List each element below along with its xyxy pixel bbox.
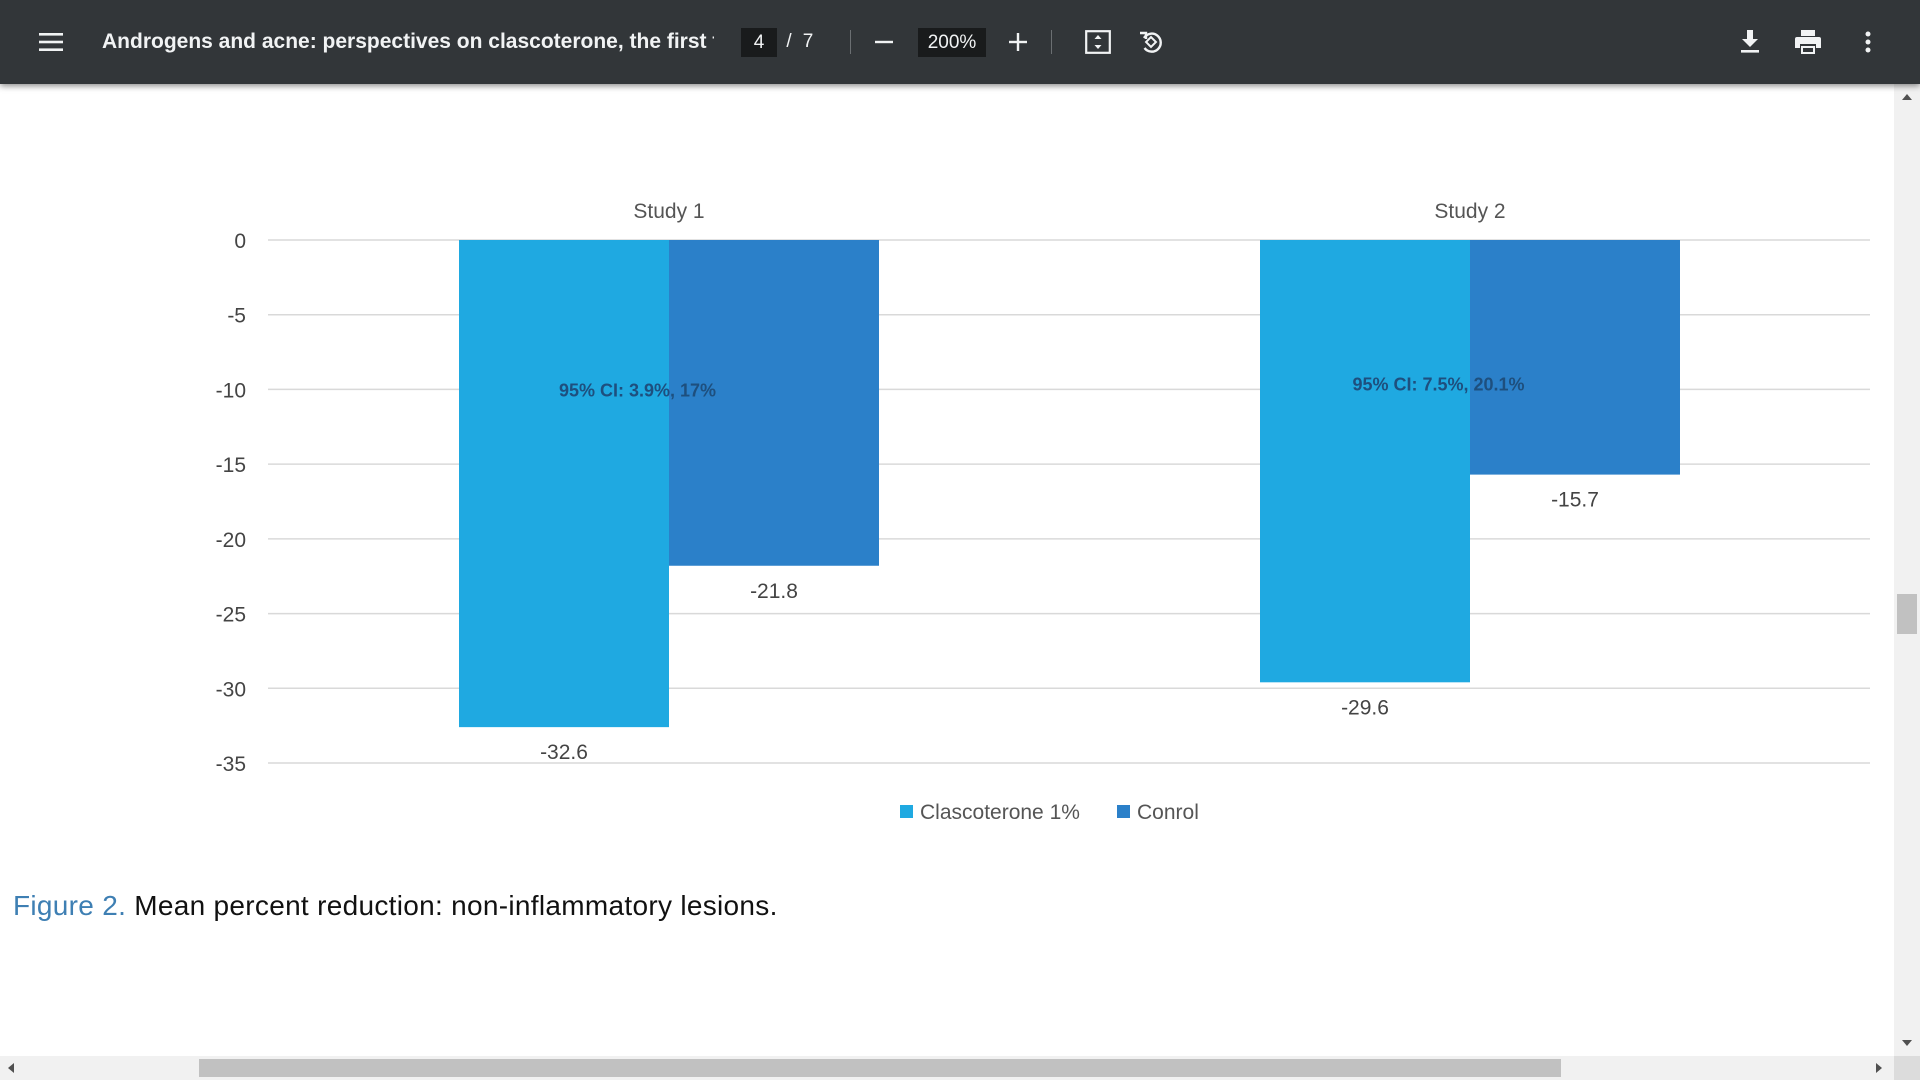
y-tick-label: -10 — [216, 379, 246, 402]
bar-clascoterone — [459, 240, 669, 728]
rotate-button[interactable] — [1129, 0, 1173, 84]
toolbar-divider — [1051, 30, 1052, 54]
vertical-scrollbar[interactable] — [1894, 84, 1920, 1056]
plus-icon — [1009, 33, 1027, 51]
y-tick-label: -15 — [216, 454, 246, 477]
y-axis-ticks: 0 -5 -10 -15 -20 -25 -30 -35 — [216, 230, 246, 776]
vertical-scroll-thumb[interactable] — [1897, 594, 1917, 634]
hamburger-menu-icon — [39, 33, 63, 51]
scroll-right-arrow-icon[interactable] — [1876, 1063, 1882, 1073]
figure-caption: Figure 2. Mean percent reduction: non-inf… — [13, 890, 778, 922]
category-label: Study 1 — [633, 200, 704, 223]
bar-chart: 0 -5 -10 -15 -20 -25 -30 -35 Study 1 Study 2 -32… — [216, 200, 1870, 824]
more-vertical-icon — [1865, 31, 1871, 53]
scroll-left-arrow-icon[interactable] — [8, 1063, 14, 1073]
minus-icon — [875, 40, 893, 44]
zoom-in-button[interactable] — [996, 0, 1040, 84]
bar-clascoterone — [1260, 240, 1470, 683]
data-label: -29.6 — [1341, 696, 1389, 719]
legend-swatch — [900, 805, 913, 818]
legend-label: Clascoterone 1% — [920, 801, 1080, 824]
download-icon — [1741, 30, 1759, 53]
page-total: 7 — [802, 31, 814, 52]
figure-caption-label: Figure 2. — [13, 890, 127, 921]
data-label: -21.8 — [750, 580, 798, 603]
category-labels: Study 1 Study 2 — [633, 200, 1505, 223]
fit-to-page-button[interactable] — [1076, 0, 1120, 84]
data-label: -15.7 — [1551, 489, 1599, 512]
more-options-button[interactable] — [1846, 0, 1890, 84]
y-tick-label: -20 — [216, 529, 246, 552]
horizontal-scrollbar[interactable] — [0, 1056, 1894, 1080]
print-button[interactable] — [1786, 0, 1830, 84]
scrollbar-corner — [1894, 1056, 1920, 1080]
y-tick-label: -35 — [216, 753, 246, 776]
fit-to-page-icon — [1085, 30, 1111, 54]
category-label: Study 2 — [1434, 200, 1505, 223]
chart-legend: Clascoterone 1% Conrol — [900, 801, 1199, 824]
print-icon — [1795, 30, 1821, 54]
zoom-level-input[interactable]: 200% — [918, 28, 986, 57]
horizontal-scroll-thumb[interactable] — [199, 1059, 1561, 1077]
pdf-page-view: 0 -5 -10 -15 -20 -25 -30 -35 Study 1 Study 2 -32… — [0, 84, 1894, 1056]
data-label: -32.6 — [540, 741, 588, 764]
y-tick-label: -5 — [227, 305, 246, 328]
page-number-input[interactable]: 4 — [741, 28, 777, 57]
toolbar-divider — [850, 30, 851, 54]
figure-caption-text: Mean percent reduction: non-inflammatory… — [134, 890, 778, 921]
confidence-interval-annotation: 95% CI: 3.9%, 17% — [559, 380, 716, 400]
scroll-down-arrow-icon[interactable] — [1902, 1040, 1912, 1046]
bar-control — [669, 240, 879, 566]
document-title: Androgens and acne: perspectives on clas… — [102, 30, 714, 53]
scroll-up-arrow-icon[interactable] — [1902, 94, 1912, 100]
pdf-toolbar: Androgens and acne: perspectives on clas… — [0, 0, 1920, 84]
download-button[interactable] — [1728, 0, 1772, 84]
y-tick-label: -30 — [216, 678, 246, 701]
confidence-interval-annotation: 95% CI: 7.5%, 20.1% — [1352, 374, 1524, 394]
chart-bars — [459, 240, 1680, 728]
y-tick-label: -25 — [216, 604, 246, 627]
menu-button[interactable] — [26, 0, 76, 84]
bar-control — [1470, 240, 1680, 475]
zoom-out-button[interactable] — [862, 0, 906, 84]
legend-swatch — [1117, 805, 1130, 818]
rotate-counterclockwise-icon — [1140, 31, 1162, 53]
legend-label: Conrol — [1137, 801, 1199, 824]
y-tick-label: 0 — [234, 230, 246, 253]
